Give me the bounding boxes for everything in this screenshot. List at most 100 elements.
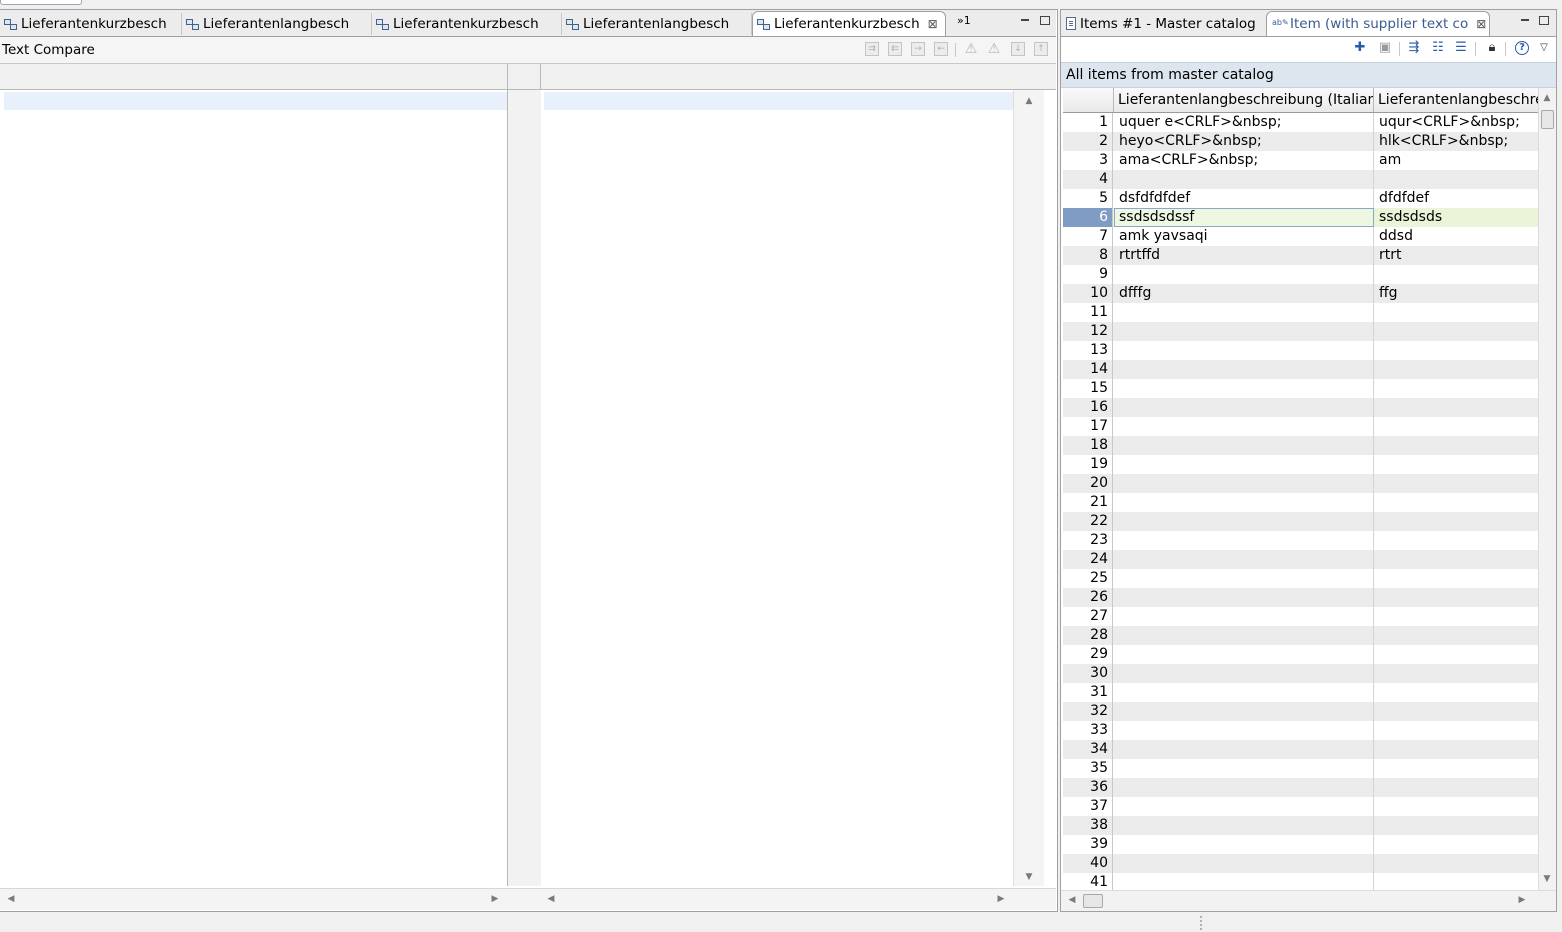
row-number[interactable]: 13 <box>1063 341 1113 360</box>
table-row[interactable]: 37 <box>1063 797 1538 816</box>
table-row[interactable]: 16 <box>1063 398 1538 417</box>
table-row[interactable]: 3 ama<CRLF>&nbsp; am <box>1063 151 1538 170</box>
row-number[interactable]: 5 <box>1063 189 1113 208</box>
table-row[interactable]: 8 rtrtffd rtrt <box>1063 246 1538 265</box>
cell-description[interactable] <box>1374 360 1538 379</box>
row-number[interactable]: 8 <box>1063 246 1113 265</box>
scroll-left-icon[interactable]: ◀ <box>4 894 18 904</box>
cell-italian-description[interactable] <box>1114 721 1374 740</box>
cell-italian-description[interactable]: heyo<CRLF>&nbsp; <box>1114 132 1374 151</box>
scroll-down-icon[interactable]: ▼ <box>1022 872 1036 882</box>
row-number[interactable]: 18 <box>1063 436 1113 455</box>
scroll-left-icon[interactable]: ◀ <box>544 894 558 904</box>
cell-italian-description[interactable] <box>1114 702 1374 721</box>
cell-description[interactable]: dfdfdef <box>1374 189 1538 208</box>
cell-description[interactable] <box>1374 645 1538 664</box>
row-number[interactable]: 32 <box>1063 702 1113 721</box>
row-number[interactable]: 40 <box>1063 854 1113 873</box>
row-number[interactable]: 23 <box>1063 531 1113 550</box>
help-icon[interactable]: ? <box>1515 41 1529 55</box>
cell-italian-description[interactable] <box>1114 170 1374 189</box>
cell-description[interactable] <box>1374 170 1538 189</box>
scroll-thumb[interactable] <box>1083 894 1103 908</box>
row-number[interactable]: 24 <box>1063 550 1113 569</box>
cell-description[interactable] <box>1374 778 1538 797</box>
table-row[interactable]: 25 <box>1063 569 1538 588</box>
table-row[interactable]: 20 <box>1063 474 1538 493</box>
table-row[interactable]: 12 <box>1063 322 1538 341</box>
status-grip[interactable] <box>1200 916 1204 930</box>
cell-description[interactable] <box>1374 398 1538 417</box>
cell-italian-description[interactable] <box>1114 778 1374 797</box>
copy-right-icon[interactable]: → <box>911 42 925 56</box>
row-number[interactable]: 30 <box>1063 664 1113 683</box>
table-row[interactable]: 39 <box>1063 835 1538 854</box>
cell-description[interactable]: rtrt <box>1374 246 1538 265</box>
cell-italian-description[interactable] <box>1114 265 1374 284</box>
cell-description[interactable] <box>1374 740 1538 759</box>
row-number[interactable]: 38 <box>1063 816 1113 835</box>
cell-italian-description[interactable] <box>1114 664 1374 683</box>
cell-italian-description[interactable] <box>1114 303 1374 322</box>
cell-italian-description[interactable] <box>1114 360 1374 379</box>
row-number[interactable]: 25 <box>1063 569 1113 588</box>
right-text-pane[interactable] <box>541 90 1013 886</box>
cell-italian-description[interactable] <box>1114 759 1374 778</box>
cell-italian-description[interactable]: uquer e<CRLF>&nbsp; <box>1114 113 1374 132</box>
table-row[interactable]: 38 <box>1063 816 1538 835</box>
cell-italian-description[interactable]: ama<CRLF>&nbsp; <box>1114 151 1374 170</box>
cell-description[interactable] <box>1374 854 1538 873</box>
row-number[interactable]: 29 <box>1063 645 1113 664</box>
table-row[interactable]: 15 <box>1063 379 1538 398</box>
cell-italian-description[interactable]: rtrtffd <box>1114 246 1374 265</box>
cell-description[interactable] <box>1374 626 1538 645</box>
row-number[interactable]: 22 <box>1063 512 1113 531</box>
cell-description[interactable] <box>1374 531 1538 550</box>
row-number[interactable]: 11 <box>1063 303 1113 322</box>
table-row[interactable]: 35 <box>1063 759 1538 778</box>
cell-description[interactable] <box>1374 588 1538 607</box>
previous-difference-icon[interactable]: ⚠ <box>987 42 1001 56</box>
cell-italian-description[interactable] <box>1114 816 1374 835</box>
table-row[interactable]: 23 <box>1063 531 1538 550</box>
grid-vertical-scrollbar[interactable]: ▲ ▼ <box>1538 88 1556 890</box>
row-number[interactable]: 41 <box>1063 873 1113 890</box>
scroll-right-icon[interactable]: ▶ <box>488 894 502 904</box>
cell-description[interactable] <box>1374 835 1538 854</box>
cell-description[interactable] <box>1374 702 1538 721</box>
close-tab-icon[interactable]: ⊠ <box>1476 17 1486 31</box>
next-difference-icon[interactable]: ⚠ <box>964 42 978 56</box>
cell-description[interactable]: hlk<CRLF>&nbsp; <box>1374 132 1538 151</box>
minimize-icon[interactable] <box>1520 15 1530 25</box>
table-row[interactable]: 13 <box>1063 341 1538 360</box>
cell-description[interactable]: am <box>1374 151 1538 170</box>
editor-tab-1[interactable]: Lieferantenkurzbesch <box>0 13 182 35</box>
table-row[interactable]: 34 <box>1063 740 1538 759</box>
cell-italian-description[interactable] <box>1114 512 1374 531</box>
row-number[interactable]: 36 <box>1063 778 1113 797</box>
row-number[interactable]: 21 <box>1063 493 1113 512</box>
row-number[interactable]: 34 <box>1063 740 1113 759</box>
column-header-italian[interactable]: Lieferantenlangbeschreibung (Italian) <box>1114 88 1374 112</box>
table-row[interactable]: 41 <box>1063 873 1538 890</box>
row-number[interactable]: 27 <box>1063 607 1113 626</box>
vertical-scrollbar[interactable]: ▲ ▼ <box>1013 90 1044 886</box>
column-header-2[interactable]: Lieferantenlangbeschre <box>1374 88 1538 112</box>
table-row[interactable]: 14 <box>1063 360 1538 379</box>
cell-description[interactable] <box>1374 474 1538 493</box>
row-number-header[interactable] <box>1063 88 1114 112</box>
cell-description[interactable] <box>1374 683 1538 702</box>
table-row[interactable]: 7 amk yavsaqi ddsd <box>1063 227 1538 246</box>
cell-description[interactable] <box>1374 493 1538 512</box>
scroll-down-icon[interactable]: ▼ <box>1540 874 1554 884</box>
cell-description[interactable] <box>1374 664 1538 683</box>
editor-tab-2[interactable]: Lieferantenlangbesch <box>182 13 372 35</box>
cell-description[interactable] <box>1374 550 1538 569</box>
cell-description[interactable] <box>1374 417 1538 436</box>
cell-description[interactable] <box>1374 303 1538 322</box>
view-menu-icon[interactable]: ▽ <box>1537 41 1551 55</box>
row-number[interactable]: 19 <box>1063 455 1113 474</box>
cell-description[interactable] <box>1374 816 1538 835</box>
row-number[interactable]: 37 <box>1063 797 1113 816</box>
row-number[interactable]: 15 <box>1063 379 1113 398</box>
